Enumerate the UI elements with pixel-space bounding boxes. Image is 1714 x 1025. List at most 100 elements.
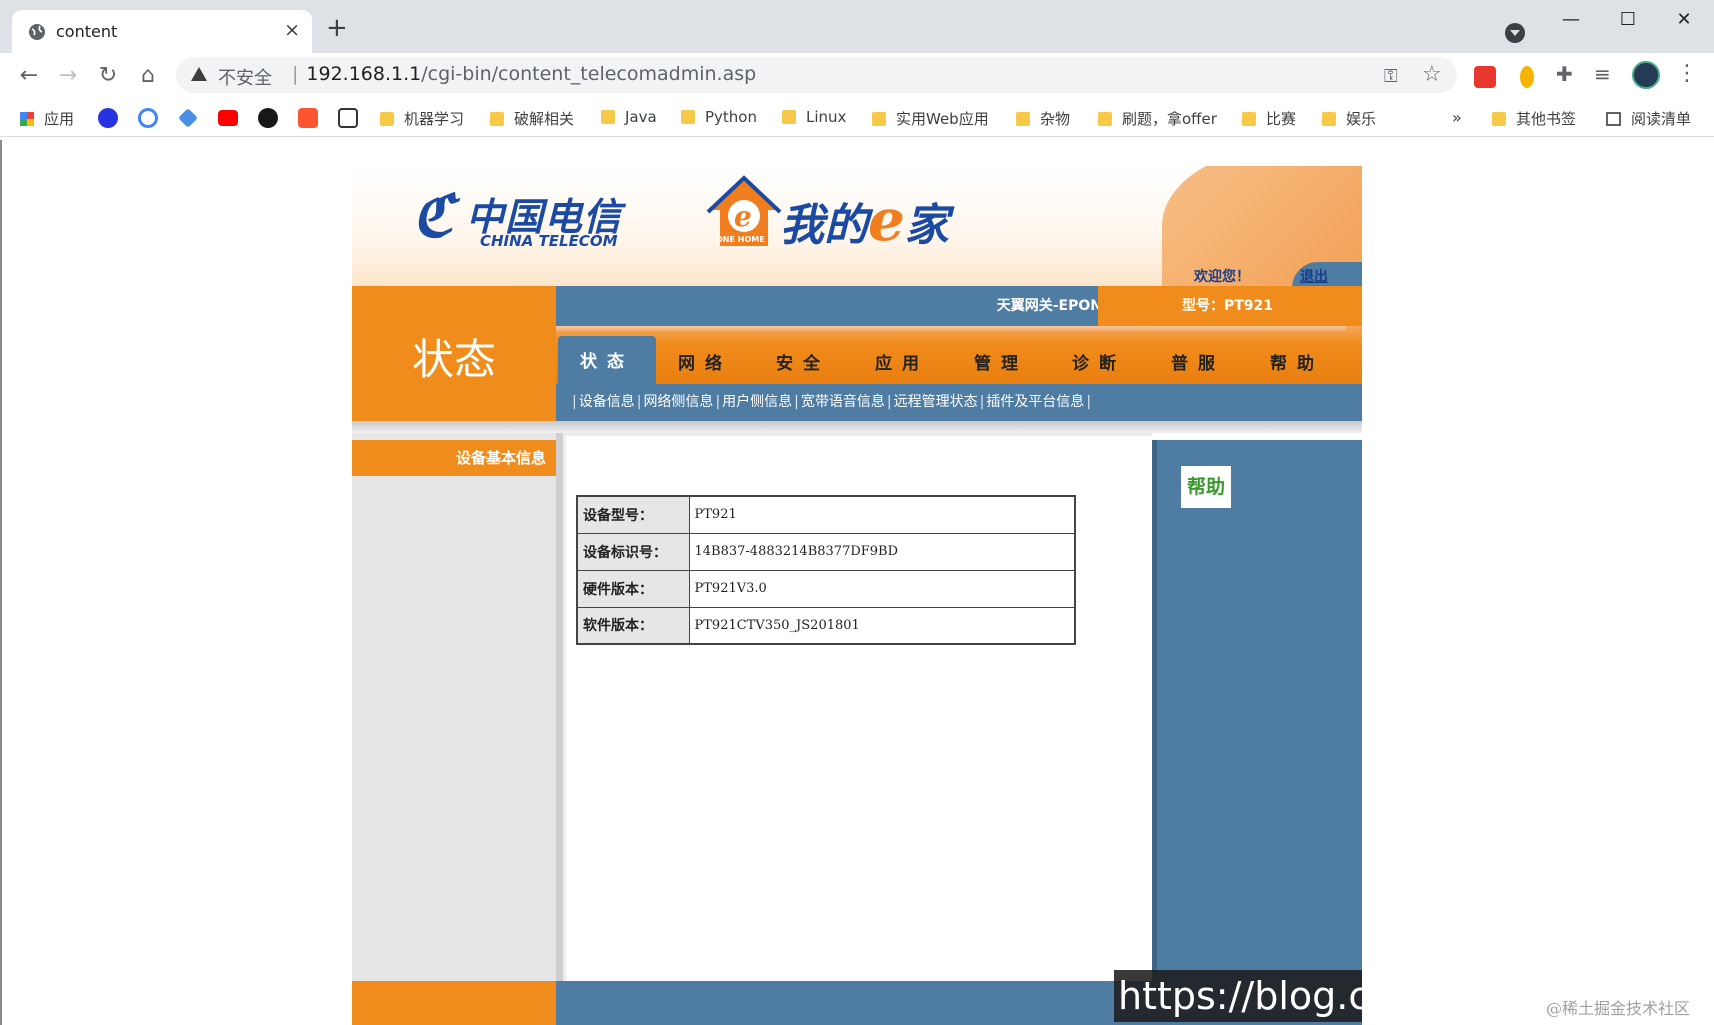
sidebar-item-device-basic-info[interactable]: 设备基本信息 [352, 440, 560, 476]
bookmark-folder[interactable]: Linux [782, 108, 846, 126]
bookmark-folder[interactable]: 实用Web应用 [872, 108, 989, 129]
more-menu-icon[interactable]: ⋮ [1676, 61, 1698, 86]
url-separator: | [292, 63, 299, 85]
forward-arrow-icon[interactable]: → [53, 61, 83, 91]
reading-list[interactable]: 阅读清单 [1606, 108, 1691, 129]
extensions-puzzle-icon[interactable]: ✚ [1556, 62, 1578, 86]
key-icon[interactable]: ⚿ [1384, 66, 1398, 87]
insecure-label[interactable]: 不安全 [218, 64, 272, 90]
bookmark-folder[interactable]: 杂物 [1016, 108, 1070, 129]
table-row: 设备标识号： 14B837-4883214B8377DF9BD [576, 532, 1076, 571]
tab-content[interactable]: content × [12, 10, 312, 53]
back-arrow-icon[interactable]: ← [14, 61, 44, 91]
table-row: 软件版本： PT921CTV350_JS201801 [576, 606, 1076, 645]
extension-bell-icon[interactable] [1520, 66, 1534, 88]
youtube-icon[interactable] [218, 110, 238, 126]
close-window-button[interactable]: ✕ [1664, 6, 1704, 34]
folder-icon [1016, 112, 1030, 126]
bookmark-star-icon[interactable]: ☆ [1422, 62, 1442, 87]
google-icon[interactable] [138, 108, 158, 128]
row-label: 设备型号： [576, 495, 690, 534]
tab-applications[interactable]: 应用 [853, 344, 951, 384]
logout-link[interactable]: 退出 [1300, 266, 1328, 286]
address-bar[interactable]: 不安全 | 192.168.1.1/cgi-bin/content_telecom… [176, 57, 1457, 93]
router-admin-page: ℭ 中国电信 CHINA TELECOM e ONE HOME 我的e家 欢迎您… [352, 166, 1362, 1025]
other-bookmarks[interactable]: 其他书签 [1492, 108, 1576, 129]
model-label: 型号：PT921 [1098, 286, 1362, 326]
row-label: 软件版本： [576, 606, 690, 645]
row-value: PT921 [688, 495, 1076, 534]
media-queue-icon[interactable]: ≡ [1594, 62, 1616, 86]
device-info-table: 设备型号： PT921 设备标识号： 14B837-4883214B8377DF… [576, 495, 1076, 645]
browser-chrome: content × + — ☐ ✕ ← → ↻ ⌂ 不安全 | 192.168.1… [0, 0, 1714, 140]
github-icon[interactable] [258, 108, 278, 128]
tab-title: content [56, 22, 118, 41]
tab-status[interactable]: 状态 [558, 336, 656, 384]
home-icon[interactable]: ⌂ [133, 61, 163, 91]
folder-icon [681, 110, 695, 124]
bookmark-folder[interactable]: 机器学习 [380, 108, 464, 129]
sub-network-side-info[interactable]: 网络侧信息 [643, 394, 713, 410]
minimize-button[interactable]: — [1551, 6, 1591, 34]
watermark-credit: @稀土掘金技术社区 [1546, 999, 1691, 1018]
table-row: 设备型号： PT921 [576, 495, 1076, 534]
bookmark-folder[interactable]: Python [681, 108, 757, 126]
help-button[interactable]: 帮助 [1181, 466, 1231, 508]
tab-management[interactable]: 管理 [952, 344, 1050, 384]
folder-icon [380, 112, 394, 126]
folder-icon [1242, 112, 1256, 126]
tab-universal-service[interactable]: 普服 [1149, 344, 1247, 384]
bookmark-folder[interactable]: 破解相关 [490, 108, 574, 129]
footer-left [352, 981, 556, 1025]
bookmark-apps[interactable]: 应用 [20, 108, 74, 129]
folder-icon [782, 110, 796, 124]
tab-network[interactable]: 网络 [656, 344, 754, 384]
bookmark-folder[interactable]: 刷题，拿offer [1098, 108, 1217, 129]
row-value: PT921V3.0 [688, 569, 1076, 608]
china-telecom-logo: ℭ 中国电信 CHINA TELECOM [412, 178, 622, 253]
warning-icon[interactable] [191, 67, 207, 81]
tab-close-icon[interactable]: × [284, 19, 300, 41]
folder-icon [1492, 112, 1506, 126]
left-sidebar [352, 433, 556, 987]
window-edge [0, 140, 2, 1025]
sub-device-info[interactable]: 设备信息 [579, 394, 635, 410]
zhihu-icon[interactable] [338, 108, 358, 128]
baidu-icon[interactable] [98, 108, 118, 128]
tab-help[interactable]: 帮助 [1248, 344, 1346, 384]
profile-avatar[interactable] [1632, 61, 1660, 89]
new-tab-button[interactable]: + [326, 15, 348, 41]
sub-voice-info[interactable]: 宽带语音信息 [801, 394, 885, 410]
tab-diagnostics[interactable]: 诊断 [1050, 344, 1148, 384]
tab-strip: content × + — ☐ ✕ [0, 0, 1714, 53]
reading-list-icon [1606, 112, 1621, 126]
bookmarks-bar: 应用 机器学习 破解相关 Java Python Linux 实用Web应用 杂… [0, 99, 1714, 137]
maximize-button[interactable]: ☐ [1608, 6, 1648, 34]
ehome-badge: ONE HOME [716, 235, 765, 244]
url-host: 192.168.1.1 [306, 63, 422, 85]
watermark-url: https://blog.cs [1114, 970, 1362, 1022]
house-icon: e ONE HOME [706, 175, 782, 246]
extension-red-icon[interactable] [1474, 66, 1496, 88]
sub-menu: | 设备信息 | 网络侧信息 | 用户侧信息 | 宽带语音信息 | 远程管理状态 | 插件及平台信息 | [556, 384, 1362, 421]
row-label: 硬件版本： [576, 569, 690, 608]
sub-user-side-info[interactable]: 用户侧信息 [722, 394, 792, 410]
sub-plugin-platform-info[interactable]: 插件及平台信息 [986, 394, 1084, 410]
graduation-icon[interactable] [178, 108, 198, 128]
tab-security[interactable]: 安全 [754, 344, 852, 384]
table-row: 硬件版本： PT921V3.0 [576, 569, 1076, 608]
sub-remote-mgmt-status[interactable]: 远程管理状态 [894, 394, 978, 410]
folder-icon [872, 112, 886, 126]
reload-icon[interactable]: ↻ [93, 61, 123, 91]
row-value: 14B837-4883214B8377DF9BD [688, 532, 1076, 571]
globe-icon [29, 24, 45, 40]
csdn-icon[interactable] [298, 108, 318, 128]
bookmark-folder[interactable]: Java [601, 108, 657, 126]
bookmark-folder[interactable]: 娱乐 [1322, 108, 1376, 129]
url-text[interactable]: | 192.168.1.1/cgi-bin/content_telecomadmi… [292, 63, 756, 85]
tab-search-icon[interactable] [1505, 23, 1525, 43]
bookmarks-overflow-button[interactable]: » [1452, 108, 1462, 127]
help-panel: 帮助 [1152, 440, 1362, 987]
main-menu: 状态 网络 安全 应用 管理 诊断 普服 帮助 [556, 326, 1362, 384]
bookmark-folder[interactable]: 比赛 [1242, 108, 1296, 129]
